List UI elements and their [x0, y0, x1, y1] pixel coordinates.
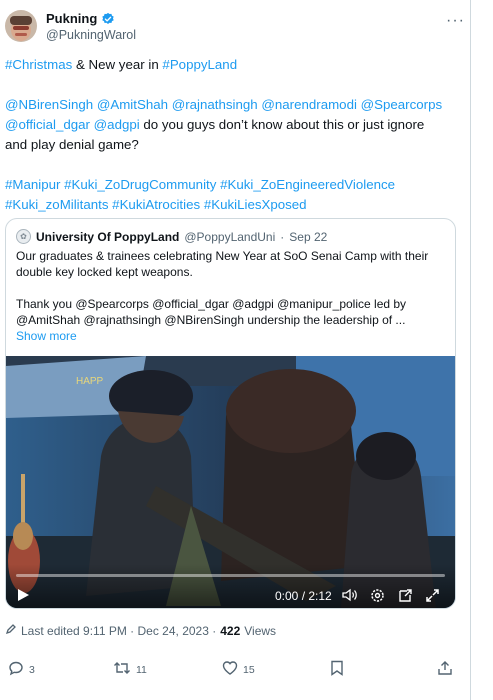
- tweet-text: #Christmas & New year in #PoppyLand @NBi…: [5, 55, 465, 215]
- quoted-tweet[interactable]: ✿ University Of PoppyLand @PoppyLandUni …: [5, 218, 456, 609]
- tweet-card: Pukning @PukningWarol ··· #Christmas & N…: [0, 0, 471, 700]
- tweet-link[interactable]: @rajnathsingh: [172, 97, 258, 112]
- tweet-link[interactable]: @NBirenSingh: [5, 97, 93, 112]
- quoted-tweet-header: ✿ University Of PoppyLand @PoppyLandUni …: [16, 229, 327, 244]
- repost-count: 11: [136, 663, 147, 676]
- tweet-link[interactable]: #KukiAtrocities: [112, 197, 200, 212]
- quoted-line: @AmitShah @rajnathsingh @NBirenSingh und…: [16, 313, 406, 327]
- author-name[interactable]: Pukning: [46, 11, 97, 26]
- quoted-author-name[interactable]: University Of PoppyLand: [36, 230, 179, 244]
- verified-badge-icon: [101, 12, 115, 26]
- author-handle[interactable]: @PukningWarol: [46, 28, 136, 42]
- like-count: 15: [243, 663, 255, 676]
- tweet-text-segment: & New year in: [72, 57, 163, 72]
- tweet-link[interactable]: #Kuki_zoMilitants: [5, 197, 108, 212]
- tweet-text-segment: do you guys don’t know about this or jus…: [139, 117, 425, 132]
- reply-icon: [8, 660, 24, 679]
- bookmark-icon: [330, 660, 344, 679]
- quoted-line: Thank you @Spearcorps @official_dgar @ad…: [16, 297, 407, 311]
- tweet-line: @official_dgar @adgpi do you guys don’t …: [5, 115, 465, 135]
- quoted-date[interactable]: Sep 22: [289, 230, 327, 244]
- repost-button[interactable]: 11: [113, 660, 147, 679]
- tweet-link[interactable]: @AmitShah: [97, 97, 168, 112]
- video-player[interactable]: HAPP 0:00 / 2:12: [6, 356, 455, 608]
- more-options-icon[interactable]: ···: [446, 12, 465, 30]
- share-button[interactable]: [437, 660, 453, 679]
- tweet-link[interactable]: #Manipur: [5, 177, 60, 192]
- tweet-link[interactable]: #Kuki_ZoDrugCommunity: [64, 177, 216, 192]
- bookmark-button[interactable]: [330, 660, 344, 679]
- tweet-line: #Manipur #Kuki_ZoDrugCommunity #Kuki_ZoE…: [5, 175, 465, 195]
- tweet-link[interactable]: #Christmas: [5, 57, 72, 72]
- show-more-link[interactable]: Show more: [16, 328, 448, 344]
- video-time: 0:00 / 2:12: [275, 589, 332, 603]
- tweet-meta: Last edited 9:11 PM · Dec 24, 2023 · 422…: [5, 623, 276, 638]
- views-count: 422: [220, 623, 241, 638]
- repost-icon: [113, 660, 131, 679]
- tweet-link[interactable]: #Kuki_ZoEngineeredViolence: [220, 177, 395, 192]
- tweet-link[interactable]: @adgpi: [94, 117, 140, 132]
- share-icon: [437, 660, 453, 679]
- video-progress-bar[interactable]: [16, 574, 445, 577]
- video-controls: 0:00 / 2:12: [6, 564, 455, 608]
- tweet-link[interactable]: @official_dgar: [5, 117, 90, 132]
- quoted-separator: ·: [280, 229, 285, 244]
- tweet-header: Pukning @PukningWarol ···: [5, 8, 467, 44]
- views-label: Views: [244, 623, 277, 638]
- action-bar: 3 11 15: [0, 660, 471, 682]
- heart-icon: [222, 660, 238, 679]
- tweet-line: #Christmas & New year in #PoppyLand: [5, 55, 465, 75]
- tweet-link[interactable]: #PoppyLand: [162, 57, 237, 72]
- tweet-line: #Kuki_zoMilitants #KukiAtrocities #KukiL…: [5, 195, 465, 215]
- quoted-tweet-text: Our graduates & trainees celebrating New…: [16, 248, 448, 344]
- reply-button[interactable]: 3: [8, 660, 35, 679]
- tweet-link[interactable]: @narendramodi: [261, 97, 357, 112]
- tweet-link[interactable]: @Spearcorps: [361, 97, 443, 112]
- avatar[interactable]: [5, 10, 37, 42]
- tweet-link[interactable]: #KukiLiesXposed: [204, 197, 307, 212]
- quoted-avatar-icon[interactable]: ✿: [16, 229, 31, 244]
- tweet-line: @NBirenSingh @AmitShah @rajnathsingh @na…: [5, 95, 465, 115]
- tweet-line: and play denial game?: [5, 137, 139, 152]
- author-name-row: Pukning: [46, 11, 115, 26]
- video-banner-text: HAPP: [76, 376, 104, 387]
- like-button[interactable]: 15: [222, 660, 255, 679]
- reply-count: 3: [29, 663, 35, 676]
- quoted-line: double key locked kept weapons.: [16, 265, 193, 279]
- edit-pencil-icon: [5, 623, 17, 638]
- quoted-author-handle[interactable]: @PoppyLandUni: [184, 230, 275, 244]
- quoted-line: Our graduates & trainees celebrating New…: [16, 249, 429, 263]
- edited-timestamp[interactable]: Last edited 9:11 PM · Dec 24, 2023 ·: [21, 624, 216, 638]
